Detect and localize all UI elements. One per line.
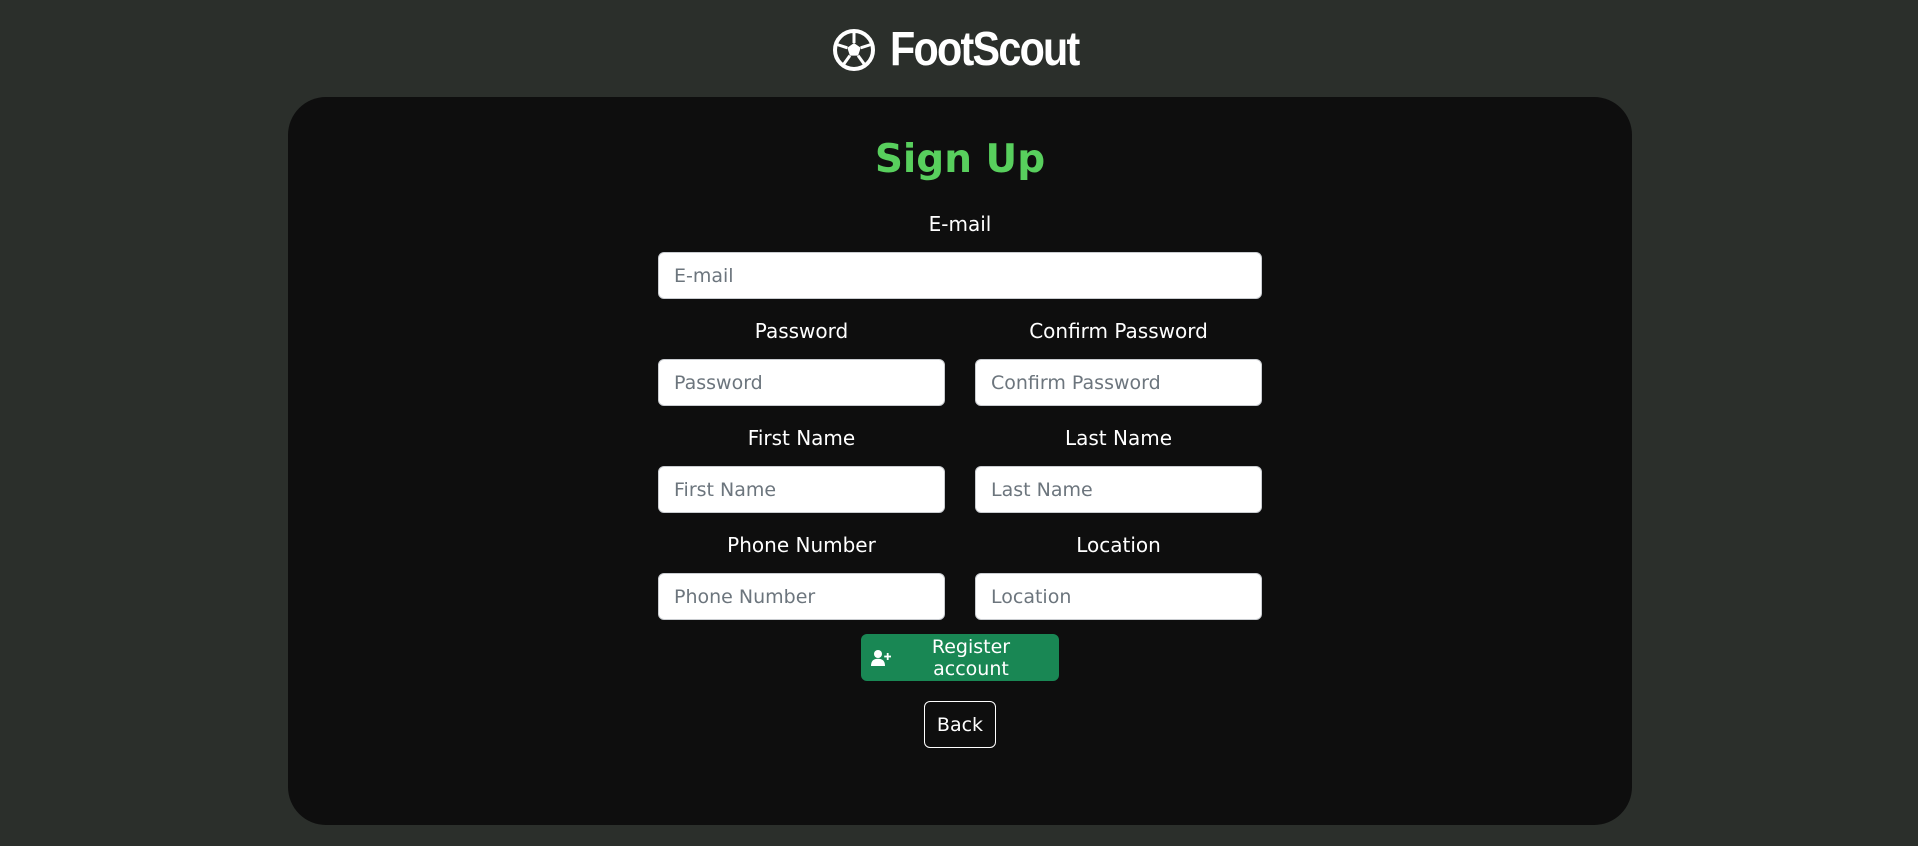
phone-label: Phone Number — [727, 533, 876, 557]
signup-card: Sign Up E-mail Password Confirm Password… — [288, 97, 1632, 825]
email-group: E-mail — [658, 210, 1262, 299]
register-button-label: Register account — [931, 635, 1011, 680]
user-plus-icon — [871, 649, 891, 667]
back-button[interactable]: Back — [924, 701, 996, 748]
phone-input[interactable] — [658, 573, 945, 620]
password-label: Password — [754, 319, 849, 343]
location-group: Location — [975, 531, 1262, 620]
location-input[interactable] — [975, 573, 1262, 620]
brand-name: FootScout — [890, 23, 1080, 76]
first-name-group: First Name — [658, 424, 945, 513]
email-input[interactable] — [658, 252, 1262, 299]
register-account-button[interactable]: Register account — [861, 634, 1059, 681]
last-name-group: Last Name — [975, 424, 1262, 513]
first-name-label: First Name — [747, 426, 856, 450]
confirm-password-group: Confirm Password — [975, 317, 1262, 406]
password-group: Password — [658, 317, 945, 406]
page-title: Sign Up — [874, 137, 1046, 182]
last-name-input[interactable] — [975, 466, 1262, 513]
first-name-input[interactable] — [658, 466, 945, 513]
confirm-password-input[interactable] — [975, 359, 1262, 406]
email-label: E-mail — [928, 212, 992, 236]
location-label: Location — [1076, 533, 1161, 557]
phone-group: Phone Number — [658, 531, 945, 620]
password-input[interactable] — [658, 359, 945, 406]
last-name-label: Last Name — [1064, 426, 1173, 450]
brand-header: FootScout — [0, 22, 1918, 78]
soccer-ball-icon — [832, 28, 876, 72]
confirm-password-label: Confirm Password — [1029, 319, 1208, 343]
